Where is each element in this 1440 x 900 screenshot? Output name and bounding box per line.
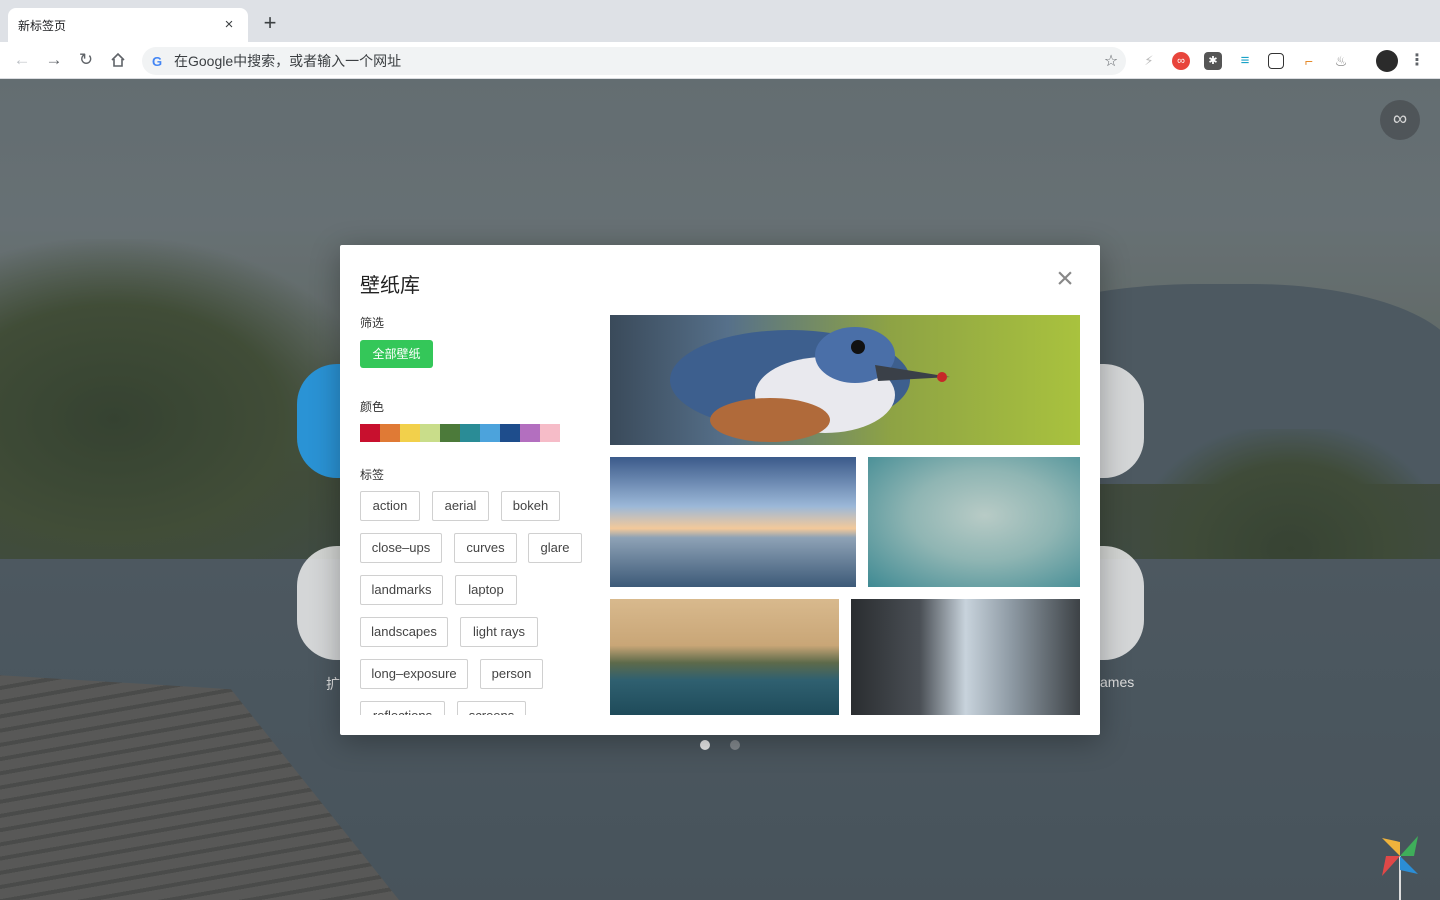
wallpaper-thumbnail-city[interactable] <box>851 599 1080 715</box>
tag-light-rays[interactable]: light rays <box>460 617 538 647</box>
infinity-icon[interactable]: ∞ <box>1172 52 1190 70</box>
infinity-corner-icon[interactable]: ∞ <box>1380 100 1420 140</box>
address-bar[interactable]: G 在Google中搜索，或者输入一个网址 ☆ <box>142 47 1126 75</box>
color-swatch[interactable] <box>380 424 400 442</box>
tag-screens[interactable]: screens <box>457 701 526 715</box>
avatar[interactable] <box>1376 50 1398 72</box>
bookmark-star-icon[interactable]: ☆ <box>1096 51 1126 71</box>
menu-icon[interactable]: ⋮ <box>1408 52 1426 70</box>
wallpaper-thumbnail-clouds[interactable] <box>868 457 1080 587</box>
wallpaper-thumbnail-sea-sunset[interactable] <box>610 457 856 587</box>
shortcut-label: ames <box>1100 674 1135 690</box>
tag-landmarks[interactable]: landmarks <box>360 575 443 605</box>
color-swatch[interactable] <box>420 424 440 442</box>
page-dots <box>698 740 748 752</box>
tab-new-tab[interactable]: 新标签页 × <box>8 8 248 42</box>
filter-icon[interactable]: ≡ <box>1236 52 1254 70</box>
reload-icon[interactable]: ↻ <box>74 48 98 72</box>
color-swatch[interactable] <box>520 424 540 442</box>
color-swatch[interactable] <box>480 424 500 442</box>
color-swatch[interactable] <box>500 424 520 442</box>
color-swatch[interactable] <box>360 424 380 442</box>
shortcut-label: 扩 <box>326 676 340 692</box>
page-dot[interactable] <box>730 740 740 750</box>
close-icon[interactable]: × <box>1052 264 1078 294</box>
asterisk-icon[interactable]: ✱ <box>1204 52 1222 70</box>
dialog-title: 壁纸库 <box>360 275 420 297</box>
wallpaper-thumbnail-wave[interactable] <box>610 599 839 715</box>
wallpaper-thumbnail-bird[interactable] <box>610 315 1080 445</box>
tag-action[interactable]: action <box>360 491 420 521</box>
tag-close-ups[interactable]: close–ups <box>360 533 442 563</box>
tab-close-icon[interactable]: × <box>220 16 238 34</box>
color-swatch[interactable] <box>460 424 480 442</box>
tag-long-exposure[interactable]: long–exposure <box>360 659 468 689</box>
color-swatches <box>360 424 560 442</box>
pinwheel-icon[interactable] <box>1378 834 1422 900</box>
filter-label: 筛选 <box>360 316 385 330</box>
wallpaper-library-dialog: 壁纸库 × 筛选 全部壁纸 颜色 标签 action aerial bokeh … <box>340 245 1100 735</box>
tag-bokeh[interactable]: bokeh <box>501 491 560 521</box>
toolbar: ← → ↻ G 在Google中搜索，或者输入一个网址 ☆ ⚡ ∞ ✱ ≡ ⌐ … <box>0 42 1440 79</box>
image-icon[interactable] <box>1268 53 1284 69</box>
bolt-icon[interactable]: ⚡ <box>1140 52 1158 70</box>
flame-icon[interactable]: ♨ <box>1332 52 1350 70</box>
all-wallpapers-button[interactable]: 全部壁纸 <box>360 340 433 368</box>
color-swatch[interactable] <box>540 424 560 442</box>
address-input[interactable]: 在Google中搜索，或者输入一个网址 <box>174 51 1096 71</box>
tag-glare[interactable]: glare <box>528 533 582 563</box>
tag-aerial[interactable]: aerial <box>432 491 489 521</box>
paint-icon[interactable]: ⌐ <box>1300 52 1318 70</box>
tag-reflections[interactable]: reflections <box>360 701 445 715</box>
page-dot-active[interactable] <box>700 740 710 750</box>
new-tab-button[interactable]: + <box>258 12 282 36</box>
color-label: 颜色 <box>360 400 385 414</box>
back-icon[interactable]: ← <box>10 48 34 72</box>
tag-laptop[interactable]: laptop <box>455 575 517 605</box>
tag-landscapes[interactable]: landscapes <box>360 617 448 647</box>
tab-title: 新标签页 <box>18 18 67 33</box>
tag-person[interactable]: person <box>480 659 543 689</box>
color-swatch[interactable] <box>440 424 460 442</box>
tags-label: 标签 <box>360 468 385 482</box>
tag-curves[interactable]: curves <box>454 533 517 563</box>
tab-bar: 新标签页 × + <box>0 0 1440 42</box>
google-icon: G <box>152 53 163 69</box>
forward-icon[interactable]: → <box>42 48 66 72</box>
color-swatch[interactable] <box>400 424 420 442</box>
tag-list: action aerial bokeh close–ups curves gla… <box>360 491 600 715</box>
home-icon[interactable] <box>106 48 130 72</box>
